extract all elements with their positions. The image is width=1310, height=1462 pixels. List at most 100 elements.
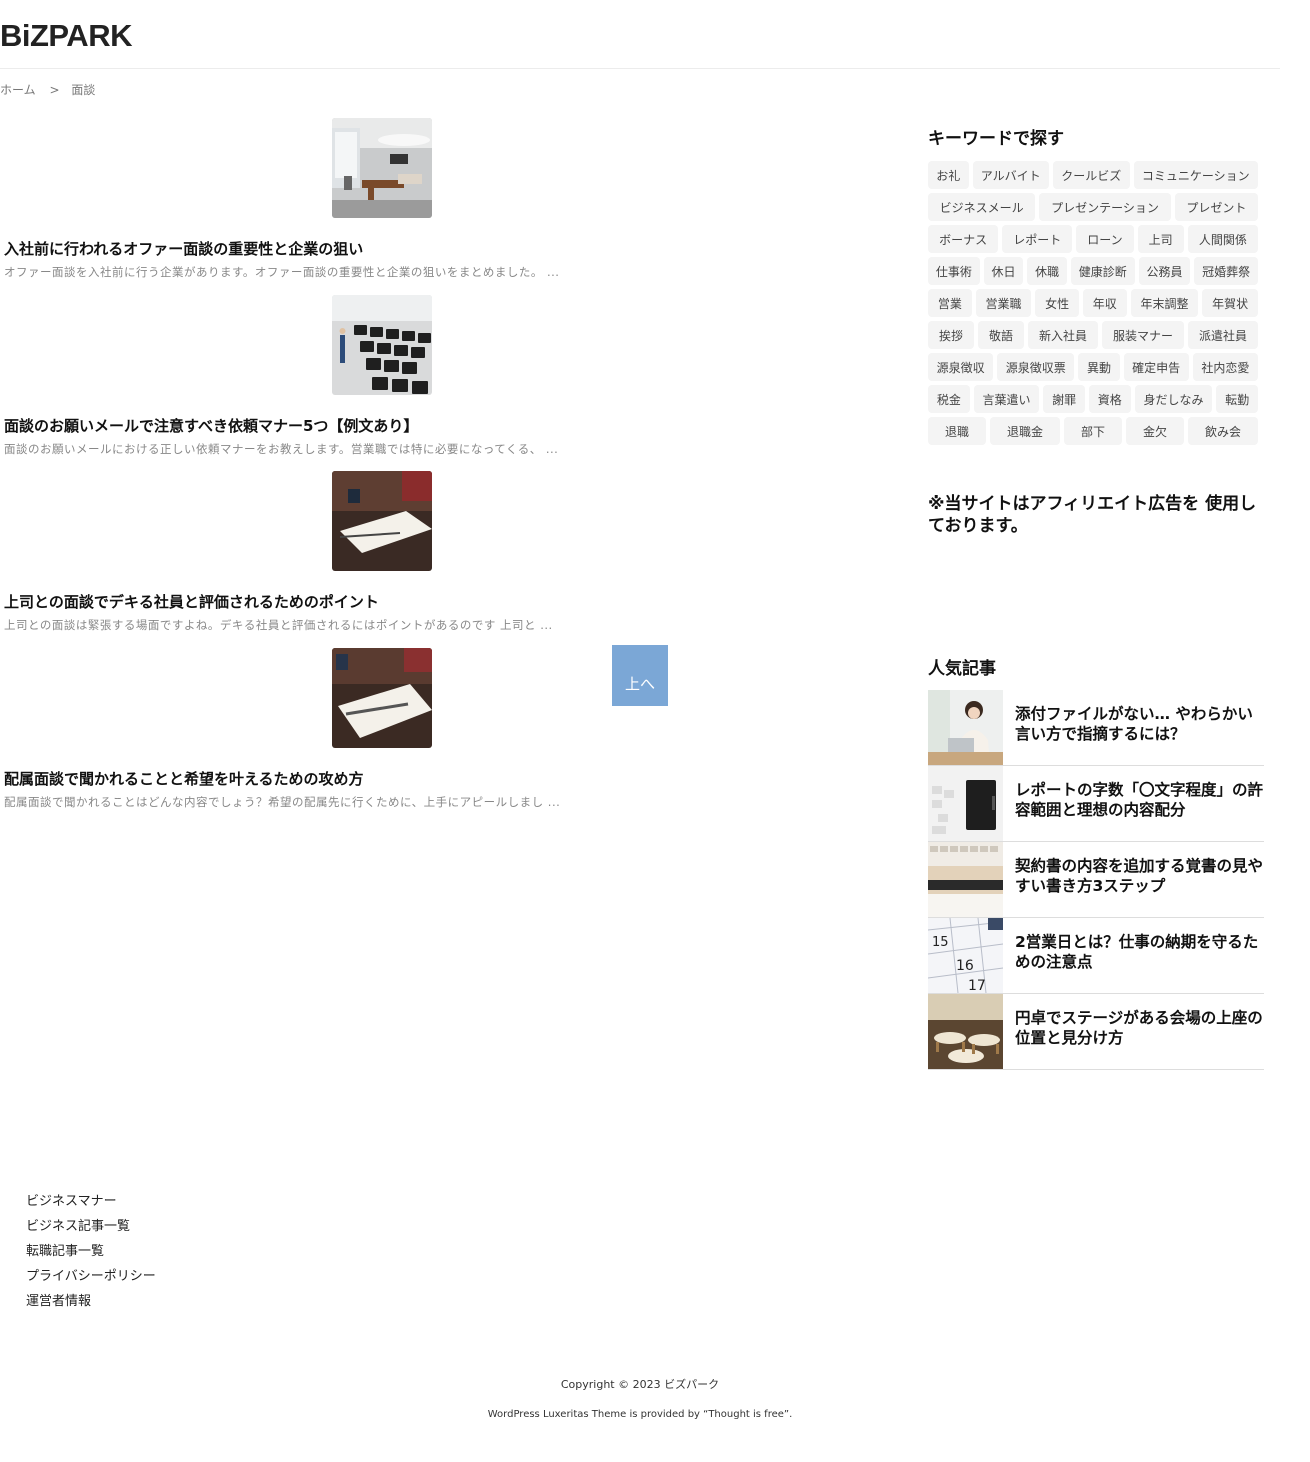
footer-link-privacy-policy[interactable]: プライバシーポリシー: [26, 1266, 156, 1291]
svg-text:17: 17: [968, 978, 986, 993]
keyword-tag[interactable]: お礼: [928, 161, 969, 189]
post-thumbnail[interactable]: [332, 648, 432, 748]
tag-row: お礼 アルバイト クールビズ コミュニケーション: [928, 161, 1264, 193]
keyword-tag[interactable]: 上司: [1137, 225, 1184, 253]
keyword-tag[interactable]: 人間関係: [1187, 225, 1258, 253]
keyword-tag[interactable]: コミュニケーション: [1133, 161, 1258, 189]
keyword-tag[interactable]: 社内恋愛: [1192, 353, 1258, 381]
keyword-tag[interactable]: 転勤: [1216, 385, 1258, 413]
keyword-tag-cloud: お礼 アルバイト クールビズ コミュニケーション ビジネスメール プレゼンテーション プレゼ…: [928, 161, 1264, 449]
keyword-tag[interactable]: 営業: [928, 289, 972, 317]
keyword-tag[interactable]: 部下: [1064, 417, 1122, 445]
tag-row: 営業 営業職 女性 年収 年末調整 年賀状: [928, 289, 1264, 321]
post-title[interactable]: 面談のお願いメールで注意すべき依頼マナー5つ【例文あり】: [4, 415, 418, 436]
footer-link-operator-info[interactable]: 運営者情報: [26, 1291, 156, 1316]
post-title[interactable]: 入社前に行われるオファー面談の重要性と企業の狙い: [4, 238, 363, 259]
popular-post-thumbnail[interactable]: 15 16 17: [928, 918, 1003, 993]
popular-post-item[interactable]: 15 16 17 2営業日とは？仕事の納期を守るための注意点: [928, 918, 1264, 994]
footer-nav: ビジネスマナー ビジネス記事一覧 転職記事一覧 プライバシーポリシー 運営者情報: [26, 1191, 156, 1316]
breadcrumb-separator: >: [49, 83, 60, 97]
breadcrumb-home[interactable]: ホーム: [0, 83, 36, 97]
breadcrumb: ホーム > 面談: [0, 81, 95, 98]
popular-post-thumbnail[interactable]: [928, 766, 1003, 841]
copyright: Copyright © 2023 ビズパーク: [560, 1378, 720, 1391]
popular-post-item[interactable]: 円卓でステージがある会場の上座の位置と見分け方: [928, 994, 1264, 1070]
keyword-tag[interactable]: ビジネスメール: [928, 193, 1036, 221]
keyword-tag[interactable]: 資格: [1088, 385, 1131, 413]
post-excerpt: オファー面談を入社前に行う企業があります。オファー面談の重要性と企業の狙いをまと…: [4, 265, 560, 279]
keyword-tag[interactable]: 派遣社員: [1188, 321, 1258, 349]
post-title[interactable]: 配属面談で聞かれることと希望を叶えるための攻め方: [4, 768, 364, 789]
popular-post-title[interactable]: 2営業日とは？仕事の納期を守るための注意点: [1015, 932, 1263, 972]
popular-post-title[interactable]: レポートの字数「〇文字程度」の許容範囲と理想の内容配分: [1015, 780, 1263, 820]
keyword-tag[interactable]: 異動: [1078, 353, 1120, 381]
popular-post-thumbnail[interactable]: [928, 842, 1003, 917]
popular-post-item[interactable]: 添付ファイルがない… やわらかい言い方で指摘するには？: [928, 690, 1264, 766]
tag-row: 源泉徴収 源泉徴収票 異動 確定申告 社内恋愛: [928, 353, 1264, 385]
post-title[interactable]: 上司との面談でデキる社員と評価されるためのポイント: [4, 591, 379, 612]
post-excerpt: 面談のお願いメールにおける正しい依頼マナーをお教えします。営業職では特に必要にな…: [4, 442, 559, 456]
keyword-tag[interactable]: 退職: [928, 417, 986, 445]
svg-text:15: 15: [932, 935, 949, 950]
footer-link-business-articles[interactable]: ビジネス記事一覧: [26, 1216, 156, 1241]
popular-post-title[interactable]: 円卓でステージがある会場の上座の位置と見分け方: [1015, 1008, 1263, 1048]
back-to-top-button[interactable]: 上へ: [612, 645, 668, 706]
popular-post-item[interactable]: レポートの字数「〇文字程度」の許容範囲と理想の内容配分: [928, 766, 1264, 842]
keyword-tag[interactable]: 営業職: [975, 289, 1032, 317]
keyword-tag[interactable]: 休職: [1027, 257, 1067, 285]
popular-posts: 添付ファイルがない… やわらかい言い方で指摘するには？ レポートの字数「〇文字程…: [928, 690, 1264, 1070]
keyword-tag[interactable]: 飲み会: [1188, 417, 1258, 445]
tag-row: 退職 退職金 部下 金欠 飲み会: [928, 417, 1264, 449]
tag-row: 仕事術 休日 休職 健康診断 公務員 冠婚葬祭: [928, 257, 1264, 289]
keyword-tag[interactable]: 身だしなみ: [1134, 385, 1213, 413]
popular-widget-title: 人気記事: [928, 659, 996, 679]
post-thumbnail[interactable]: [332, 118, 432, 218]
keyword-tag[interactable]: 年賀状: [1202, 289, 1258, 317]
keyword-tag[interactable]: 謝罪: [1043, 385, 1085, 413]
popular-post-thumbnail[interactable]: [928, 994, 1003, 1069]
keyword-tag[interactable]: 公務員: [1138, 257, 1191, 285]
site-header: BiZPARK: [0, 0, 1280, 69]
keyword-tag[interactable]: アルバイト: [972, 161, 1049, 189]
keyword-tag[interactable]: 冠婚葬祭: [1194, 257, 1258, 285]
post-thumbnail[interactable]: [332, 295, 432, 395]
keyword-tag[interactable]: 金欠: [1126, 417, 1184, 445]
keyword-tag[interactable]: プレゼント: [1174, 193, 1258, 221]
post-excerpt: 配属面談で聞かれることはどんな内容でしょう？希望の配属先に行くために、上手にアピ…: [4, 795, 561, 809]
post-thumbnail[interactable]: [332, 471, 432, 571]
popular-post-title[interactable]: 添付ファイルがない… やわらかい言い方で指摘するには？: [1015, 704, 1263, 744]
keyword-tag[interactable]: ボーナス: [928, 225, 999, 253]
footer-link-business-manner[interactable]: ビジネスマナー: [26, 1191, 156, 1216]
keyword-tag[interactable]: 新入社員: [1028, 321, 1098, 349]
tag-row: 挨拶 敬語 新入社員 服装マナー 派遣社員: [928, 321, 1264, 353]
svg-text:16: 16: [956, 958, 974, 974]
keyword-tag[interactable]: 税金: [928, 385, 970, 413]
keyword-widget-title: キーワードで探す: [928, 129, 1064, 149]
footer-link-job-change-articles[interactable]: 転職記事一覧: [26, 1241, 156, 1266]
theme-credit: WordPress Luxeritas Theme is provided by…: [487, 1409, 793, 1420]
keyword-tag[interactable]: プレゼンテーション: [1039, 193, 1171, 221]
popular-post-thumbnail[interactable]: [928, 690, 1003, 765]
keyword-tag[interactable]: 休日: [983, 257, 1024, 285]
affiliate-notice: ※当サイトはアフィリエイト広告を 使用しております。: [928, 494, 1257, 536]
popular-post-item[interactable]: 契約書の内容を追加する覚書の見やすい書き方3ステップ: [928, 842, 1264, 918]
keyword-tag[interactable]: ローン: [1076, 225, 1134, 253]
keyword-tag[interactable]: 源泉徴収票: [997, 353, 1075, 381]
popular-post-title[interactable]: 契約書の内容を追加する覚書の見やすい書き方3ステップ: [1015, 856, 1263, 896]
keyword-tag[interactable]: 年末調整: [1130, 289, 1199, 317]
keyword-tag[interactable]: 女性: [1035, 289, 1079, 317]
keyword-tag[interactable]: 言葉遣い: [973, 385, 1040, 413]
keyword-tag[interactable]: 挨拶: [928, 321, 974, 349]
post-excerpt: 上司との面談は緊張する場面ですよね。デキる社員と評価されるにはポイントがあるので…: [4, 618, 553, 632]
site-logo[interactable]: BiZPARK: [0, 18, 132, 54]
keyword-tag[interactable]: 退職金: [990, 417, 1060, 445]
keyword-tag[interactable]: 服装マナー: [1102, 321, 1184, 349]
keyword-tag[interactable]: 仕事術: [928, 257, 980, 285]
keyword-tag[interactable]: 年収: [1082, 289, 1127, 317]
keyword-tag[interactable]: 健康診断: [1070, 257, 1135, 285]
keyword-tag[interactable]: 確定申告: [1123, 353, 1189, 381]
keyword-tag[interactable]: 敬語: [978, 321, 1024, 349]
keyword-tag[interactable]: クールビズ: [1053, 161, 1130, 189]
keyword-tag[interactable]: レポート: [1002, 225, 1073, 253]
keyword-tag[interactable]: 源泉徴収: [928, 353, 994, 381]
